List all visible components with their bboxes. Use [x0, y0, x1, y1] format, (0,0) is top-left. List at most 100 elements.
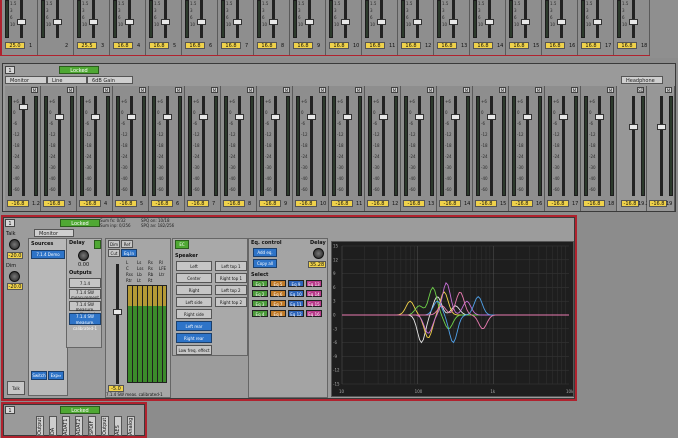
top-fader-knob[interactable]	[413, 19, 422, 25]
top-fader-knob[interactable]	[17, 19, 26, 25]
channel-value[interactable]: -16.8	[403, 200, 425, 207]
headphone-fader-knob[interactable]	[657, 124, 666, 130]
mute-button[interactable]: M	[247, 87, 254, 93]
speaker-button[interactable]: Right top 1	[215, 273, 247, 283]
mute-button[interactable]: M	[175, 87, 182, 93]
speaker-locked-indicator[interactable]: Locked	[60, 219, 100, 227]
top-fader-knob[interactable]	[449, 19, 458, 25]
channel-fader-knob[interactable]	[271, 114, 280, 120]
channel-fader-track[interactable]	[382, 96, 385, 196]
top-channel-value[interactable]: 16.8	[149, 42, 169, 49]
speaker-button[interactable]: Right	[176, 285, 212, 295]
eq-select-button[interactable]: Eq 7	[270, 300, 286, 307]
channel-fader-knob[interactable]	[343, 114, 352, 120]
channel-value[interactable]: -16.8	[367, 200, 389, 207]
channel-value[interactable]: -16.8	[331, 200, 353, 207]
speaker-button[interactable]: Right top 2	[215, 297, 247, 307]
tab-line[interactable]: Line	[47, 76, 87, 84]
output-item-4[interactable]: 7.1.4 SW measure. calibrated-1	[69, 313, 101, 331]
mute-button[interactable]: M	[211, 87, 218, 93]
channel-fader-track[interactable]	[346, 96, 349, 196]
channel-value[interactable]: -16.8	[115, 200, 137, 207]
channel-fader-knob[interactable]	[451, 114, 460, 120]
headphone-fader-knob[interactable]	[629, 124, 638, 130]
bottom-locked-indicator[interactable]: Locked	[60, 406, 100, 414]
top-fader-knob[interactable]	[485, 19, 494, 25]
output-item-3[interactable]: 7.1.4 SW measure. calibrated	[69, 301, 101, 317]
top-fader-knob[interactable]	[377, 19, 386, 25]
channel-fader-track[interactable]	[418, 96, 421, 196]
speaker-button[interactable]: Left rear	[176, 321, 212, 331]
top-channel-value[interactable]: 16.8	[221, 42, 241, 49]
headphone-value[interactable]: -16.8	[649, 200, 667, 207]
channel-fader-knob[interactable]	[91, 114, 100, 120]
copy-all-button[interactable]: Copy all	[253, 259, 277, 268]
eq-in-button[interactable]: Eq.In	[121, 249, 137, 257]
mute-button[interactable]: M	[499, 87, 506, 93]
channel-fader-knob[interactable]	[307, 114, 316, 120]
top-channel-value[interactable]: 16.8	[617, 42, 637, 49]
channel-fader-knob[interactable]	[487, 114, 496, 120]
channel-fader-track[interactable]	[274, 96, 277, 196]
top-channel-value[interactable]: 16.8	[473, 42, 493, 49]
channel-value[interactable]: -16.8	[151, 200, 173, 207]
top-fader-knob[interactable]	[161, 19, 170, 25]
channel-value[interactable]: -16.8	[583, 200, 605, 207]
channel-fader-knob[interactable]	[595, 114, 604, 120]
talk-button[interactable]: Talk	[7, 381, 25, 395]
mute-button[interactable]: M	[607, 87, 614, 93]
channel-value[interactable]: -16.8	[79, 200, 101, 207]
eq-select-button[interactable]: Eq 9	[288, 280, 304, 287]
channel-fader-track[interactable]	[562, 96, 565, 196]
channel-fader-track[interactable]	[598, 96, 601, 196]
speaker-button[interactable]: Right rear	[176, 333, 212, 343]
top-channel-value[interactable]: 16.8	[545, 42, 565, 49]
channel-value[interactable]: -16.8	[475, 200, 497, 207]
top-fader-knob[interactable]	[629, 19, 638, 25]
channel-value[interactable]: -16.8	[511, 200, 533, 207]
output-fader-value[interactable]: -5.0	[108, 385, 124, 392]
speaker-button[interactable]: Left top 1	[215, 261, 247, 271]
top-fader-knob[interactable]	[197, 19, 206, 25]
delay-value[interactable]: 35.28	[308, 261, 326, 268]
mute-button[interactable]: M	[571, 87, 578, 93]
speaker-button[interactable]: Left	[176, 261, 212, 271]
speaker-button[interactable]: Left top 2	[215, 285, 247, 295]
channel-fader-knob[interactable]	[559, 114, 568, 120]
channel-fader-knob[interactable]	[19, 104, 28, 110]
mute-button[interactable]: M	[139, 87, 146, 93]
output-fader-track[interactable]	[116, 264, 119, 384]
channel-fader-track[interactable]	[22, 96, 25, 196]
channel-fader-track[interactable]	[58, 96, 61, 196]
channel-fader-track[interactable]	[526, 96, 529, 196]
channel-value[interactable]: -16.8	[7, 200, 29, 207]
dim-value[interactable]: -20.0	[7, 283, 23, 290]
top-fader-knob[interactable]	[125, 19, 134, 25]
top-channel-value[interactable]: 25.5	[77, 42, 97, 49]
top-fader-knob[interactable]	[305, 19, 314, 25]
channel-fader-knob[interactable]	[415, 114, 424, 120]
top-fader-knob[interactable]	[521, 19, 530, 25]
channel-fader-knob[interactable]	[379, 114, 388, 120]
tab-monitor[interactable]: Monitor	[5, 76, 47, 84]
ec-toggle[interactable]: EC	[175, 240, 189, 249]
solo-button[interactable]: SD	[637, 87, 644, 93]
top-fader-knob[interactable]	[557, 19, 566, 25]
mute-button[interactable]: M	[283, 87, 290, 93]
top-fader-knob[interactable]	[341, 19, 350, 25]
speaker-button[interactable]: Left side	[176, 297, 212, 307]
talk-value[interactable]: -20.0	[7, 252, 23, 259]
channel-fader-track[interactable]	[202, 96, 205, 196]
delay-small-knob[interactable]	[78, 250, 89, 261]
channel-value[interactable]: -16.8	[259, 200, 281, 207]
mute-button[interactable]: M	[319, 87, 326, 93]
top-fader-knob[interactable]	[593, 19, 602, 25]
mute-button[interactable]: M	[463, 87, 470, 93]
channel-fader-knob[interactable]	[199, 114, 208, 120]
top-channel-value[interactable]: 16.8	[581, 42, 601, 49]
mute-button[interactable]: M	[427, 87, 434, 93]
channel-fader-knob[interactable]	[127, 114, 136, 120]
dim-button[interactable]: Dim	[108, 240, 120, 248]
channel-fader-track[interactable]	[130, 96, 133, 196]
eq-select-button[interactable]: Eq 3	[252, 300, 268, 307]
